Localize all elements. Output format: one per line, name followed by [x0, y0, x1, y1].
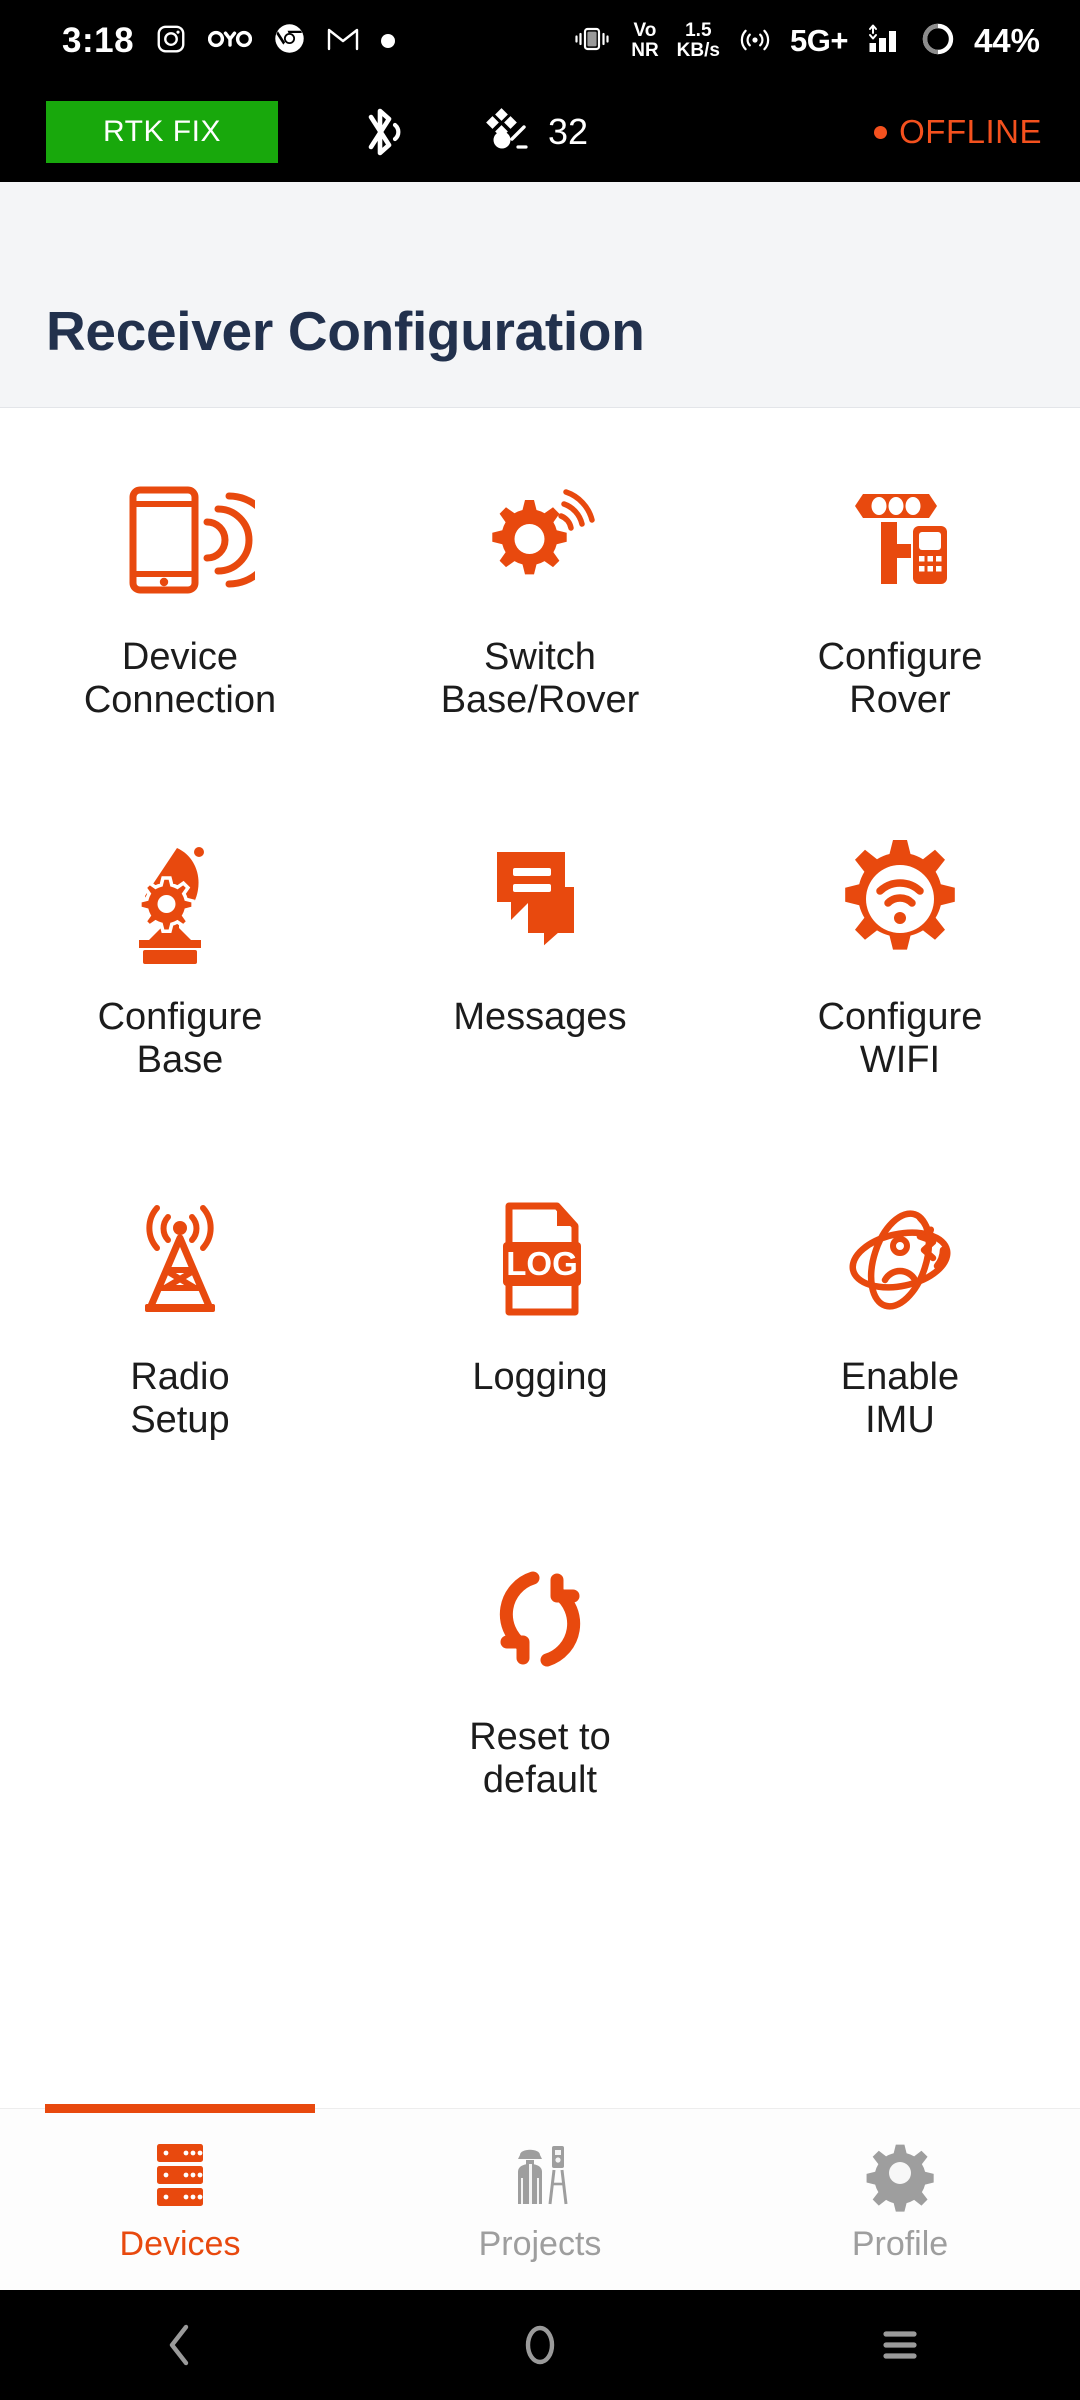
grid-item-label: Switch Base/Rover [440, 636, 640, 721]
tab-label: Devices [119, 2225, 241, 2263]
tab-devices[interactable]: Devices [0, 2109, 360, 2290]
grid-item-device-connection[interactable]: Device Connection [0, 432, 360, 792]
grid-item-enable-imu[interactable]: Enable IMU [720, 1152, 1080, 1512]
android-nav-bar [0, 2290, 1080, 2400]
configuration-grid: Device Connection Switch Base/Rover Conf… [0, 408, 1080, 1872]
grid-item-label: Logging [472, 1356, 608, 1398]
bluetooth-connected-icon[interactable] [358, 101, 404, 163]
hotspot-icon [738, 24, 772, 59]
home-icon[interactable] [360, 2319, 720, 2371]
phone-screen: 3:18 Vo NR 1.5 KB/s 5G+ 44% RTK FIX 32 O… [0, 0, 1080, 2400]
connection-status-label: OFFLINE [899, 113, 1042, 150]
satellite-count-indicator: 32 [482, 105, 588, 160]
grid-item-label: Reset to default [469, 1716, 611, 1801]
log-badge-text: LOG [506, 1245, 578, 1282]
bottom-tab-bar: Devices Projects Profile [0, 2104, 1080, 2290]
page-title: Receiver Configuration [46, 300, 645, 362]
enable-imu-icon [825, 1174, 975, 1344]
rtk-status-badge[interactable]: RTK FIX [46, 101, 278, 163]
connection-status: OFFLINE [874, 113, 1042, 151]
gmail-icon [327, 26, 359, 57]
configure-base-icon [105, 814, 255, 984]
grid-item-label: Radio Setup [130, 1356, 230, 1441]
configure-rover-icon [825, 454, 975, 624]
grid-item-messages[interactable]: Messages [360, 792, 720, 1152]
reset-to-default-icon [465, 1534, 615, 1704]
instagram-icon [156, 24, 186, 59]
chrome-icon [274, 23, 305, 59]
recents-icon[interactable] [720, 2319, 1080, 2371]
battery-circle-icon [920, 21, 956, 62]
tab-label: Projects [478, 2225, 602, 2263]
grid-item-label: Enable IMU [840, 1356, 960, 1441]
back-icon[interactable] [0, 2319, 360, 2371]
switch-base-rover-icon [465, 454, 615, 624]
grid-spacer [0, 1512, 360, 1872]
grid-item-label: Device Connection [83, 636, 277, 721]
battery-percentage: 44% [973, 22, 1040, 59]
status-bar-right: Vo NR 1.5 KB/s 5G+ 44% [571, 21, 1080, 62]
messages-icon [465, 814, 615, 984]
grid-item-radio-setup[interactable]: Radio Setup [0, 1152, 360, 1512]
device-connection-icon [105, 454, 255, 624]
volte-nr-indicator: Vo NR [631, 20, 659, 61]
profile-icon [864, 2135, 936, 2215]
grid-item-logging[interactable]: LOG Logging [360, 1152, 720, 1512]
configure-wifi-icon [825, 814, 975, 984]
tab-projects[interactable]: Projects [360, 2109, 720, 2290]
grid-item-reset-to-default[interactable]: Reset to default [360, 1512, 720, 1872]
grid-item-label: Configure Rover [817, 636, 983, 721]
radio-setup-icon [105, 1174, 255, 1344]
tab-profile[interactable]: Profile [720, 2109, 1080, 2290]
status-dot-icon [874, 125, 888, 139]
network-type-label: 5G+ [789, 23, 848, 58]
oyo-icon [207, 27, 253, 56]
signal-bars-icon [866, 23, 902, 60]
satellite-count: 32 [548, 111, 589, 152]
tab-label: Profile [851, 2225, 949, 2263]
grid-item-configure-base[interactable]: Configure Base [0, 792, 360, 1152]
devices-icon [144, 2135, 216, 2215]
grid-item-switch-base-rover[interactable]: Switch Base/Rover [360, 432, 720, 792]
projects-icon [504, 2135, 576, 2215]
logging-icon: LOG [465, 1174, 615, 1344]
clock: 3:18 [62, 21, 135, 60]
grid-item-label: Messages [453, 996, 627, 1038]
satellite-icon [482, 105, 532, 160]
active-tab-indicator [45, 2104, 315, 2113]
grid-item-configure-rover[interactable]: Configure Rover [720, 432, 1080, 792]
grid-item-label: Configure Base [97, 996, 263, 1081]
page-header: Receiver Configuration [0, 182, 1080, 408]
vibrate-icon [571, 24, 613, 59]
app-status-strip: RTK FIX 32 OFFLINE [0, 82, 1080, 182]
data-rate-indicator: 1.5 KB/s [676, 20, 720, 61]
grid-item-label: Configure WIFI [817, 996, 983, 1081]
system-status-bar: 3:18 Vo NR 1.5 KB/s 5G+ 44% [0, 0, 1080, 82]
status-bar-left: 3:18 [0, 21, 396, 61]
grid-item-configure-wifi[interactable]: Configure WIFI [720, 792, 1080, 1152]
dot-icon [381, 34, 396, 48]
